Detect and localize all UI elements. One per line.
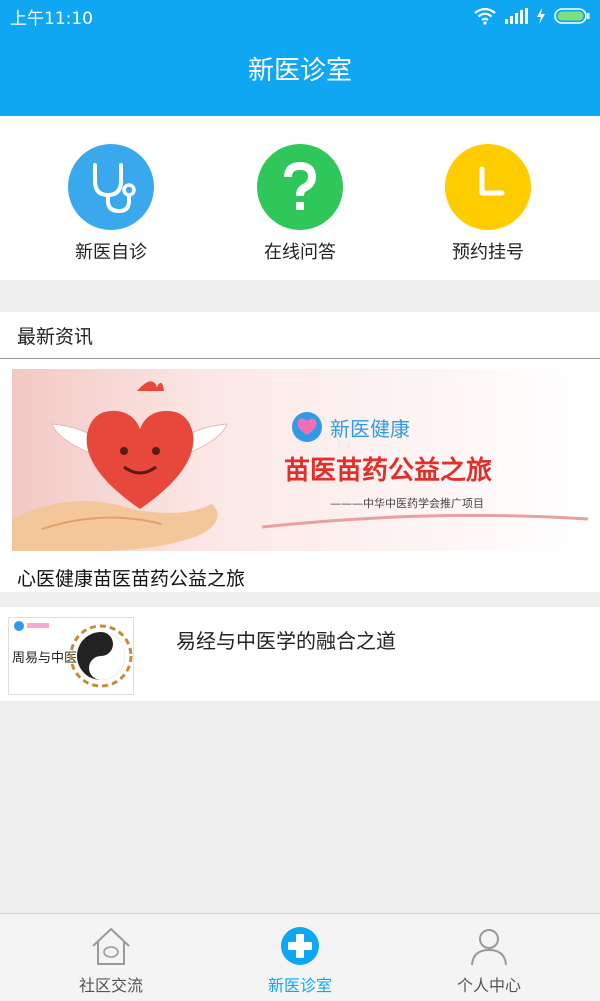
quick-actions: 新医自诊 在线问答 预约挂号: [0, 116, 600, 280]
featured-news-banner[interactable]: 新医健康 苗医苗药公益之旅 ———中华中医药学会推广项目: [12, 369, 588, 551]
tab-label: 个人中心: [456, 976, 521, 995]
tab-label: 新医诊室: [267, 976, 332, 995]
quick-action-online-qa[interactable]: 在线问答: [230, 144, 370, 264]
quick-action-appointment[interactable]: 预约挂号: [418, 144, 558, 264]
news-section-header: 最新资讯: [0, 312, 600, 359]
medical-cross-icon: [281, 927, 319, 965]
quick-action-label: 新医自诊: [75, 242, 147, 263]
news-list-item[interactable]: 周易与中医 易经与中医学的融合之道: [0, 607, 600, 701]
wifi-icon: [474, 7, 496, 25]
news-section-title: 最新资讯: [17, 326, 94, 348]
charging-icon: [537, 8, 545, 24]
battery-icon: [554, 8, 590, 24]
banner-sub-text: ———中华中医药学会推广项目: [330, 496, 484, 510]
stethoscope-icon: [68, 144, 154, 230]
quick-action-self-diagnosis[interactable]: 新医自诊: [41, 144, 181, 264]
banner-brand-text: 新医健康: [330, 417, 410, 441]
bottom-navigation: 社区交流 新医诊室 个人中心: [0, 913, 600, 1001]
user-icon: [471, 929, 507, 966]
tab-clinic[interactable]: 新医诊室: [235, 926, 365, 996]
featured-news-card[interactable]: 新医健康 苗医苗药公益之旅 ———中华中医药学会推广项目 心医健康苗医苗药公益之…: [0, 359, 600, 592]
status-icons: [474, 6, 590, 26]
page-title: 新医诊室: [247, 56, 352, 86]
thumbnail-text: 周易与中医: [12, 651, 77, 666]
banner-headline-text: 苗医苗药公益之旅: [284, 455, 492, 486]
news-item-title[interactable]: 易经与中医学的融合之道: [176, 625, 396, 654]
home-icon: [92, 927, 130, 965]
clock-icon: [445, 144, 531, 230]
tab-community[interactable]: 社区交流: [46, 926, 176, 996]
tab-profile[interactable]: 个人中心: [424, 926, 554, 996]
signal-icon: [505, 8, 528, 24]
status-bar: 上午11:10: [0, 0, 600, 32]
featured-news-caption[interactable]: 心医健康苗医苗药公益之旅: [17, 564, 245, 591]
quick-action-label: 预约挂号: [452, 242, 524, 263]
news-thumbnail[interactable]: 周易与中医: [8, 617, 134, 695]
status-time: 上午11:10: [10, 9, 93, 29]
question-icon: [257, 144, 343, 230]
quick-action-label: 在线问答: [264, 242, 336, 263]
tab-label: 社区交流: [78, 976, 143, 995]
